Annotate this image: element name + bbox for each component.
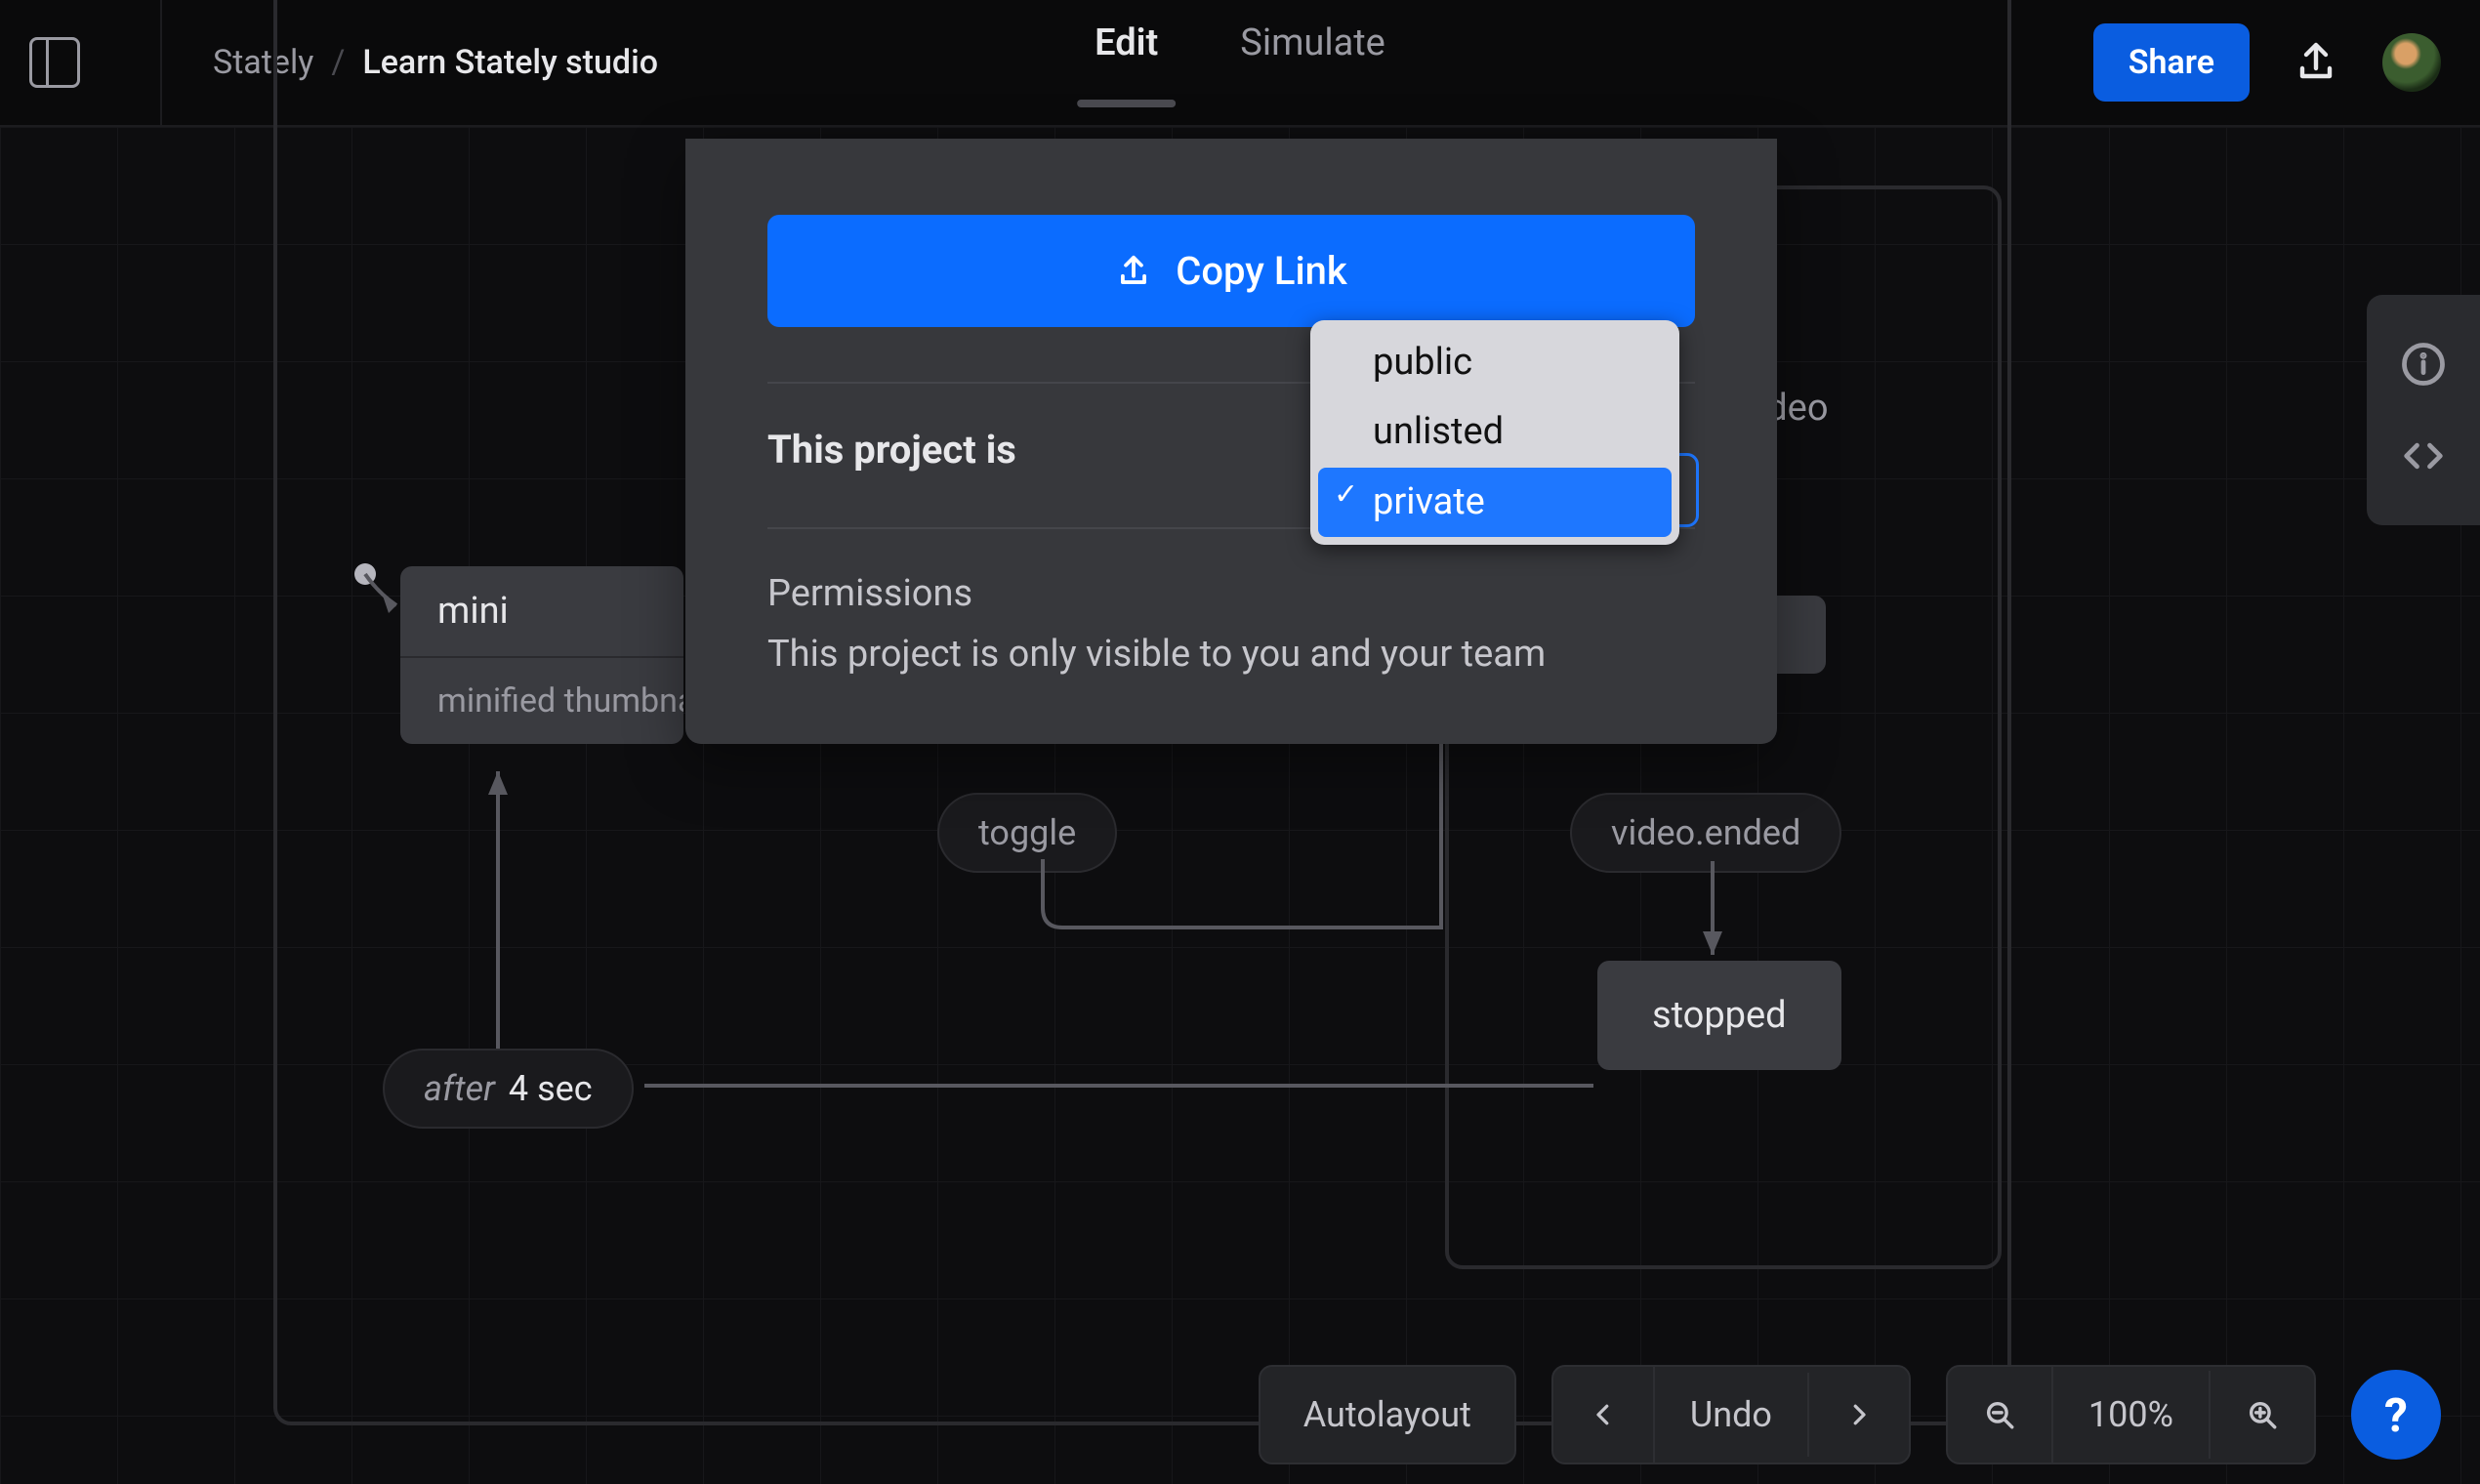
transition-after[interactable]: after 4 sec	[383, 1049, 634, 1129]
undo-prev-button[interactable]	[1553, 1373, 1653, 1457]
redo-button[interactable]	[1807, 1373, 1909, 1457]
undo-redo-group: Undo	[1551, 1365, 1911, 1464]
canvas[interactable]: mini minified thumbna toggle video.ended…	[0, 127, 2480, 1484]
sidebar-toggle-button[interactable]	[29, 37, 80, 88]
state-node-mini[interactable]: mini minified thumbna	[400, 566, 683, 744]
visibility-label: This project is	[767, 427, 1016, 473]
share-button[interactable]: Share	[2093, 23, 2250, 102]
help-button[interactable]: ?	[2351, 1370, 2441, 1460]
after-keyword: after	[424, 1068, 495, 1109]
state-node-stopped[interactable]: stopped	[1597, 961, 1841, 1070]
chevron-left-icon	[1589, 1400, 1618, 1429]
initial-state-marker	[354, 563, 376, 585]
copy-link-button[interactable]: Copy Link	[767, 215, 1695, 327]
visibility-option-public[interactable]: public	[1318, 328, 1672, 397]
zoom-level[interactable]: 100%	[2051, 1367, 2209, 1463]
transition-toggle[interactable]: toggle	[937, 793, 1117, 873]
divider	[160, 0, 162, 126]
transition-video-ended[interactable]: video.ended	[1570, 793, 1841, 873]
zoom-in-button[interactable]	[2209, 1371, 2314, 1459]
permissions-description: This project is only visible to you and …	[767, 633, 1695, 676]
info-icon[interactable]	[2398, 339, 2449, 390]
zoom-out-icon	[1983, 1398, 2016, 1431]
state-title: mini	[400, 566, 683, 658]
chevron-right-icon	[1844, 1400, 1874, 1429]
visibility-dropdown: public unlisted private	[1310, 320, 1679, 545]
zoom-in-icon	[2246, 1398, 2279, 1431]
side-toolbar	[2367, 295, 2480, 525]
permissions-title: Permissions	[767, 572, 1695, 615]
zoom-out-button[interactable]	[1948, 1371, 2051, 1459]
upload-icon	[1115, 253, 1152, 290]
avatar[interactable]	[2382, 33, 2441, 92]
bottom-toolbar: Autolayout Undo 100% ?	[0, 1345, 2480, 1484]
visibility-option-private[interactable]: private	[1318, 468, 1672, 537]
code-icon[interactable]	[2398, 431, 2449, 481]
visibility-option-unlisted[interactable]: unlisted	[1318, 397, 1672, 467]
zoom-group: 100%	[1946, 1365, 2316, 1464]
after-value: 4 sec	[509, 1068, 593, 1109]
state-description: minified thumbna	[400, 658, 683, 744]
autolayout-button[interactable]: Autolayout	[1259, 1365, 1516, 1464]
export-icon[interactable]	[2293, 39, 2339, 86]
copy-link-label: Copy Link	[1176, 248, 1347, 294]
undo-button[interactable]: Undo	[1653, 1367, 1807, 1463]
